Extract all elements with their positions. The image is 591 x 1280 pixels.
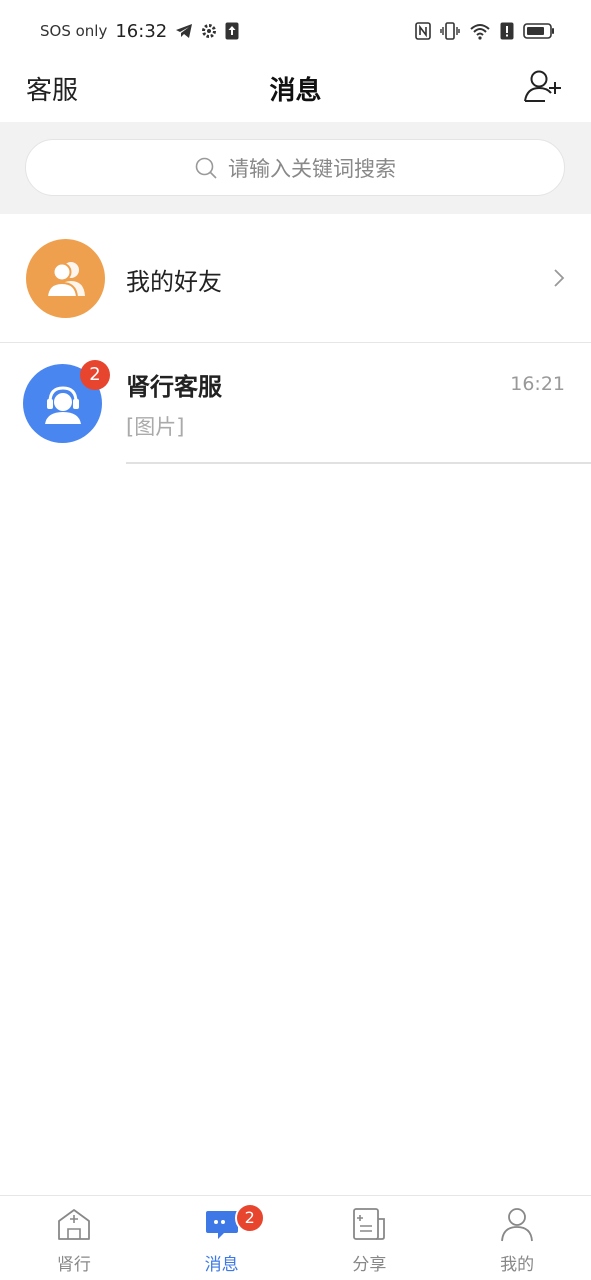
headset-user-icon — [44, 385, 81, 424]
chat-list-item[interactable]: 2 肾行客服 16:21 [图片] — [0, 343, 591, 464]
unread-badge: 2 — [80, 360, 110, 390]
nav-label-messages: 消息 — [204, 1255, 239, 1275]
divider — [126, 462, 591, 464]
home-plus-icon — [56, 1206, 92, 1242]
person-icon — [499, 1206, 535, 1242]
carrier-label: SOS only — [40, 22, 108, 40]
my-friends-row[interactable]: 我的好友 — [0, 214, 591, 343]
messages-screen: SOS only 16:32 客服 消息 请输入关键词搜索 我的好友 2 肾行客… — [0, 0, 591, 1280]
nav-label-share: 分享 — [352, 1255, 387, 1275]
vibrate-icon — [440, 22, 460, 40]
wifi-icon — [470, 24, 490, 40]
nav-label-mine: 我的 — [500, 1255, 535, 1275]
nav-tab-share[interactable]: 分享 — [296, 1196, 444, 1280]
chat-preview: [图片] — [126, 415, 185, 439]
nav-tab-mine[interactable]: 我的 — [443, 1196, 591, 1280]
status-left: SOS only 16:32 — [40, 21, 239, 42]
upload-icon — [225, 22, 239, 40]
chat-icon — [204, 1206, 240, 1242]
page-title: 消息 — [269, 76, 322, 106]
search-placeholder: 请输入关键词搜索 — [228, 156, 396, 181]
status-time: 16:32 — [115, 20, 168, 42]
friends-avatar — [26, 239, 105, 318]
nfc-icon — [415, 22, 431, 40]
status-notification-icons — [175, 22, 239, 40]
bottom-nav: 肾行 2 消息 分享 我的 — [0, 1195, 591, 1280]
chat-name: 肾行客服 — [126, 373, 222, 401]
nav-unread-badge: 2 — [234, 1203, 265, 1233]
telegram-icon — [176, 24, 193, 38]
status-bar: SOS only 16:32 — [0, 0, 591, 62]
add-friend-icon[interactable] — [523, 68, 563, 104]
friends-icon — [45, 261, 85, 298]
chat-time: 16:21 — [510, 373, 565, 395]
battery-icon — [523, 23, 554, 39]
status-right — [415, 22, 555, 40]
nav-label-home: 肾行 — [56, 1255, 91, 1275]
gear-icon — [202, 24, 217, 38]
search-input[interactable]: 请输入关键词搜索 — [25, 139, 565, 196]
nav-tab-home[interactable]: 肾行 — [0, 1196, 148, 1280]
search-area: 请输入关键词搜索 — [0, 122, 591, 214]
header: 客服 消息 — [0, 62, 591, 122]
alert-icon — [500, 22, 514, 40]
chevron-right-icon — [554, 269, 565, 287]
friends-label: 我的好友 — [126, 268, 222, 296]
search-icon — [195, 157, 217, 179]
nav-tab-messages[interactable]: 2 消息 — [148, 1196, 296, 1280]
share-doc-icon — [351, 1206, 387, 1242]
